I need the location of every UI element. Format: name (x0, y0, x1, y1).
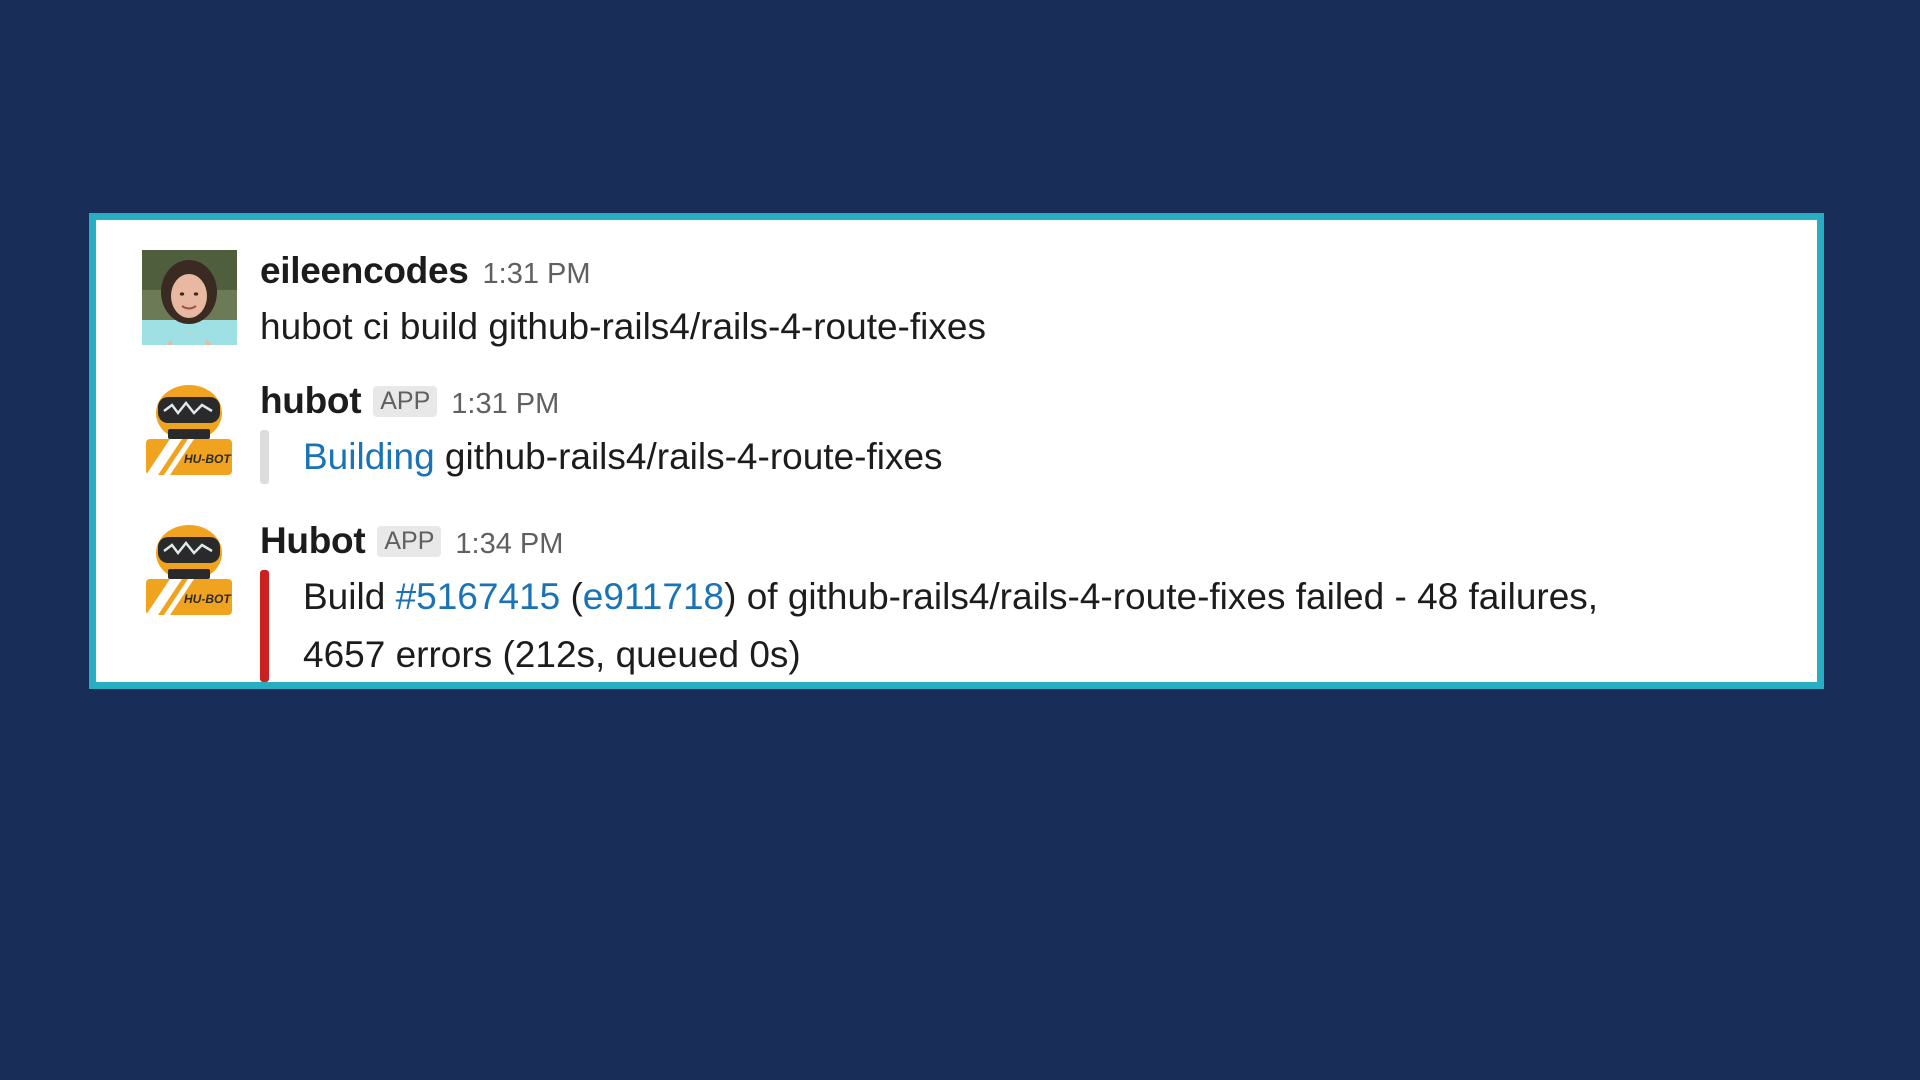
build-result-text: ) of github-rails4/rails-4-route-fixes f… (724, 576, 1599, 617)
bot-avatar[interactable]: HU-BOT (142, 383, 237, 478)
author-name[interactable]: Hubot (260, 520, 366, 562)
attachment-bar (260, 570, 269, 682)
build-prefix: Build (303, 576, 396, 617)
attachment-bar (260, 430, 269, 484)
svg-text:HU-BOT: HU-BOT (184, 452, 232, 466)
commit-link[interactable]: e911718 (583, 576, 724, 617)
attachment-line-2: 4657 errors (212s, queued 0s) (303, 634, 801, 675)
message-attachment: Building github-rails4/rails-4-route-fix… (260, 428, 1777, 486)
attachment-line-1: Build #5167415 (e911718) of github-rails… (303, 568, 1777, 626)
author-name[interactable]: eileencodes (260, 250, 469, 292)
timestamp[interactable]: 1:34 PM (455, 528, 563, 561)
user-avatar-image (142, 250, 237, 345)
message-header: hubot APP 1:31 PM (260, 380, 1777, 428)
user-avatar[interactable] (142, 250, 237, 345)
app-badge: APP (373, 386, 438, 417)
paren-open: ( (560, 576, 583, 617)
build-number-link[interactable]: #5167415 (396, 576, 561, 617)
message-text: hubot ci build github-rails4/rails-4-rou… (260, 306, 986, 347)
svg-text:HU-BOT: HU-BOT (184, 592, 232, 606)
chat-panel: eileencodes 1:31 PM hubot ci build githu… (89, 213, 1824, 689)
hubot-robot-icon: HU-BOT (146, 385, 232, 475)
building-link[interactable]: Building (303, 436, 435, 477)
bot-avatar[interactable]: HU-BOT (142, 523, 237, 618)
app-badge: APP (377, 526, 442, 557)
message-header: Hubot APP 1:34 PM (260, 520, 1777, 568)
message-header: eileencodes 1:31 PM (260, 250, 1777, 298)
author-name[interactable]: hubot (260, 380, 362, 422)
timestamp[interactable]: 1:31 PM (483, 258, 591, 291)
attachment-text: github-rails4/rails-4-route-fixes (434, 436, 943, 477)
timestamp[interactable]: 1:31 PM (451, 388, 559, 421)
hubot-robot-icon: HU-BOT (146, 525, 232, 615)
message-attachment: Build #5167415 (e911718) of github-rails… (260, 568, 1777, 684)
